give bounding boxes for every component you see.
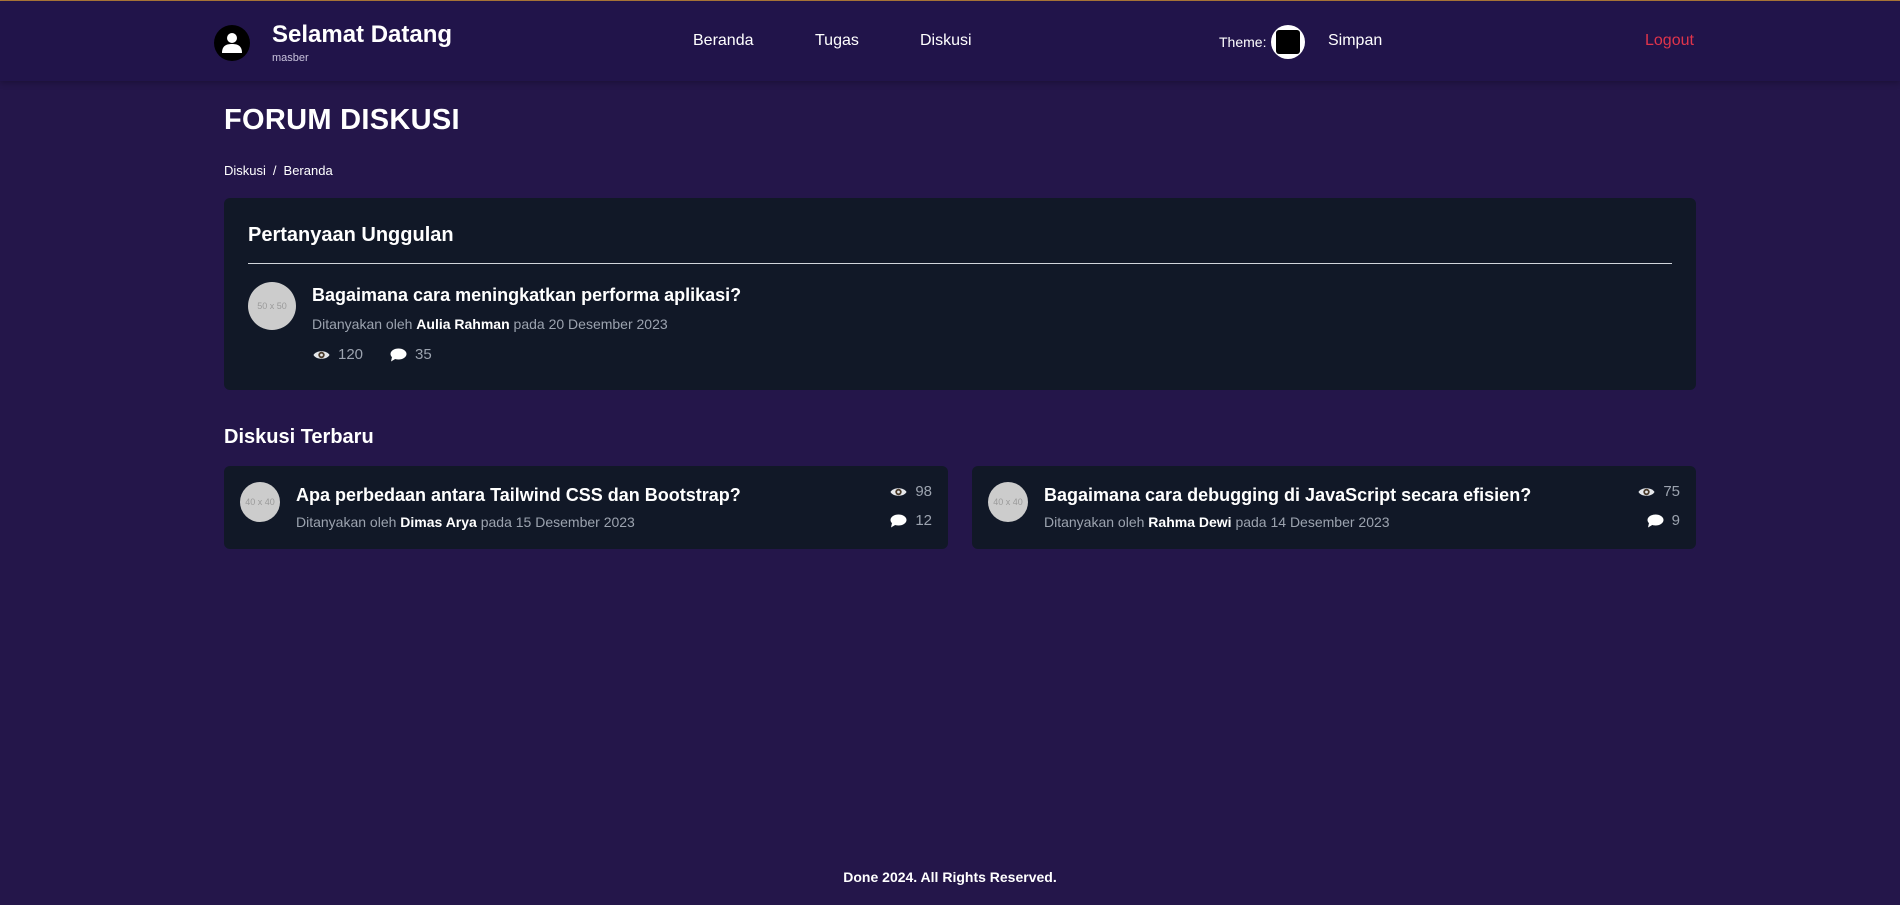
discussion-title[interactable]: Apa perbedaan antara Tailwind CSS dan Bo… [296, 485, 741, 506]
meta-prefix: Ditanyakan oleh [1044, 514, 1145, 530]
meta-middle: pada [1235, 514, 1267, 530]
discussion-meta: Ditanyakan oleh Rahma Dewi pada 14 Desem… [1044, 514, 1390, 530]
meta-prefix: Ditanyakan oleh [312, 316, 413, 332]
discussion-card: 40 x 40 Apa perbedaan antara Tailwind CS… [224, 466, 948, 549]
welcome-title: Selamat Datang [272, 21, 453, 48]
nav-link-diskusi[interactable]: Diskusi [920, 32, 972, 50]
breadcrumb: Diskusi / Beranda [224, 163, 333, 178]
featured-heading: Pertanyaan Unggulan [248, 224, 454, 246]
recent-discussions-heading: Diskusi Terbaru [224, 426, 374, 448]
views-stat: 75 [1638, 483, 1680, 500]
views-count: 75 [1663, 483, 1680, 500]
views-count: 98 [915, 483, 932, 500]
discussion-title[interactable]: Bagaimana cara debugging di JavaScript s… [1044, 485, 1531, 506]
comments-count: 12 [915, 512, 932, 529]
page-title: FORUM DISKUSI [224, 104, 460, 136]
author-name: Aulia Rahman [416, 316, 510, 332]
user-avatar[interactable] [214, 25, 250, 61]
views-stat: 120 [313, 346, 363, 363]
comments-count: 9 [1671, 512, 1680, 529]
featured-question-meta: Ditanyakan oleh Aulia Rahman pada 20 Des… [312, 316, 668, 332]
comment-icon [390, 348, 407, 361]
eye-icon [313, 350, 330, 359]
comment-icon [1647, 514, 1664, 527]
discussion-meta: Ditanyakan oleh Dimas Arya pada 15 Desem… [296, 514, 635, 530]
eye-icon [1638, 487, 1655, 496]
breadcrumb-separator: / [272, 163, 277, 178]
user-icon [222, 33, 242, 53]
meta-prefix: Ditanyakan oleh [296, 514, 397, 530]
username-label: masber [272, 52, 309, 64]
featured-question-title[interactable]: Bagaimana cara meningkatkan performa apl… [312, 285, 741, 306]
author-name: Dimas Arya [400, 514, 477, 530]
views-stat: 98 [890, 483, 932, 500]
comments-stat: 35 [390, 346, 432, 363]
nav-link-tugas[interactable]: Tugas [815, 32, 859, 50]
comment-icon [890, 514, 907, 527]
meta-middle: pada [480, 514, 512, 530]
discussion-card: 40 x 40 Bagaimana cara debugging di Java… [972, 466, 1696, 549]
author-name: Rahma Dewi [1148, 514, 1232, 530]
divider [248, 263, 1672, 264]
question-date: 20 Desember 2023 [548, 316, 668, 332]
eye-icon [890, 487, 907, 496]
question-date: 15 Desember 2023 [515, 514, 635, 530]
nav-link-beranda[interactable]: Beranda [693, 32, 754, 50]
meta-middle: pada [513, 316, 545, 332]
comments-count: 35 [415, 346, 432, 363]
theme-swatch [1276, 30, 1300, 54]
breadcrumb-item-beranda[interactable]: Beranda [284, 163, 333, 178]
author-avatar: 40 x 40 [240, 482, 280, 522]
author-avatar: 40 x 40 [988, 482, 1028, 522]
author-avatar: 50 x 50 [248, 282, 296, 330]
featured-question-card: Pertanyaan Unggulan 50 x 50 Bagaimana ca… [224, 198, 1696, 390]
comments-stat: 9 [1647, 512, 1680, 529]
views-count: 120 [338, 346, 364, 363]
save-button[interactable]: Simpan [1328, 32, 1382, 50]
navbar: Selamat Datang masber Beranda Tugas Disk… [0, 1, 1900, 81]
theme-label: Theme: [1219, 34, 1267, 50]
breadcrumb-item-diskusi[interactable]: Diskusi [224, 163, 266, 178]
footer: Done 2024. All Rights Reserved. [843, 869, 1057, 885]
logout-link[interactable]: Logout [1645, 32, 1694, 50]
comments-stat: 12 [890, 512, 932, 529]
theme-toggle[interactable] [1271, 25, 1305, 59]
question-date: 14 Desember 2023 [1270, 514, 1390, 530]
